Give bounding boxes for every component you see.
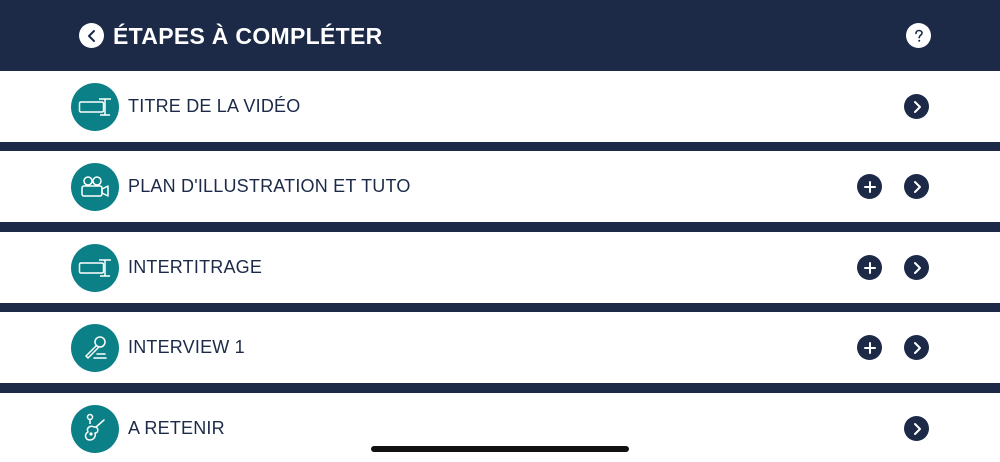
open-step-button[interactable] bbox=[904, 94, 929, 119]
open-step-button[interactable] bbox=[904, 416, 929, 441]
chevron-right-icon bbox=[913, 341, 921, 354]
plus-icon bbox=[863, 261, 876, 274]
chevron-right-icon bbox=[913, 100, 921, 113]
add-button[interactable] bbox=[857, 174, 882, 199]
step-label: PLAN D'ILLUSTRATION ET TUTO bbox=[128, 176, 411, 196]
step-row-interview-1[interactable]: INTERVIEW 1 bbox=[0, 312, 1000, 383]
chevron-right-icon bbox=[913, 180, 921, 193]
chevron-right-icon bbox=[913, 422, 921, 435]
step-label: TITRE DE LA VIDÉO bbox=[128, 96, 301, 116]
plus-icon bbox=[863, 180, 876, 193]
title-card-icon bbox=[71, 83, 119, 131]
step-row-titre-de-la-video[interactable]: TITRE DE LA VIDÉO bbox=[0, 71, 1000, 142]
top-bar: ÉTAPES À COMPLÉTER bbox=[0, 0, 1000, 71]
home-indicator[interactable] bbox=[371, 446, 629, 452]
open-step-button[interactable] bbox=[904, 335, 929, 360]
add-button[interactable] bbox=[857, 255, 882, 280]
guitar-icon bbox=[71, 405, 119, 453]
add-button[interactable] bbox=[857, 335, 882, 360]
step-label: INTERVIEW 1 bbox=[128, 337, 245, 357]
help-button[interactable] bbox=[906, 23, 931, 48]
chevron-left-icon bbox=[87, 29, 95, 42]
step-row-intertitrage[interactable]: INTERTITRAGE bbox=[0, 232, 1000, 303]
step-label: A RETENIR bbox=[128, 418, 225, 438]
step-label: INTERTITRAGE bbox=[128, 257, 263, 277]
step-row-plan-illustration[interactable]: PLAN D'ILLUSTRATION ET TUTO bbox=[0, 151, 1000, 222]
page-title: ÉTAPES À COMPLÉTER bbox=[113, 23, 383, 49]
chevron-right-icon bbox=[913, 261, 921, 274]
microphone-icon bbox=[71, 324, 119, 372]
title-card-icon bbox=[71, 244, 119, 292]
open-step-button[interactable] bbox=[904, 255, 929, 280]
camera-icon bbox=[71, 163, 119, 211]
open-step-button[interactable] bbox=[904, 174, 929, 199]
back-button[interactable] bbox=[79, 23, 104, 48]
question-icon bbox=[914, 29, 923, 42]
plus-icon bbox=[863, 341, 876, 354]
